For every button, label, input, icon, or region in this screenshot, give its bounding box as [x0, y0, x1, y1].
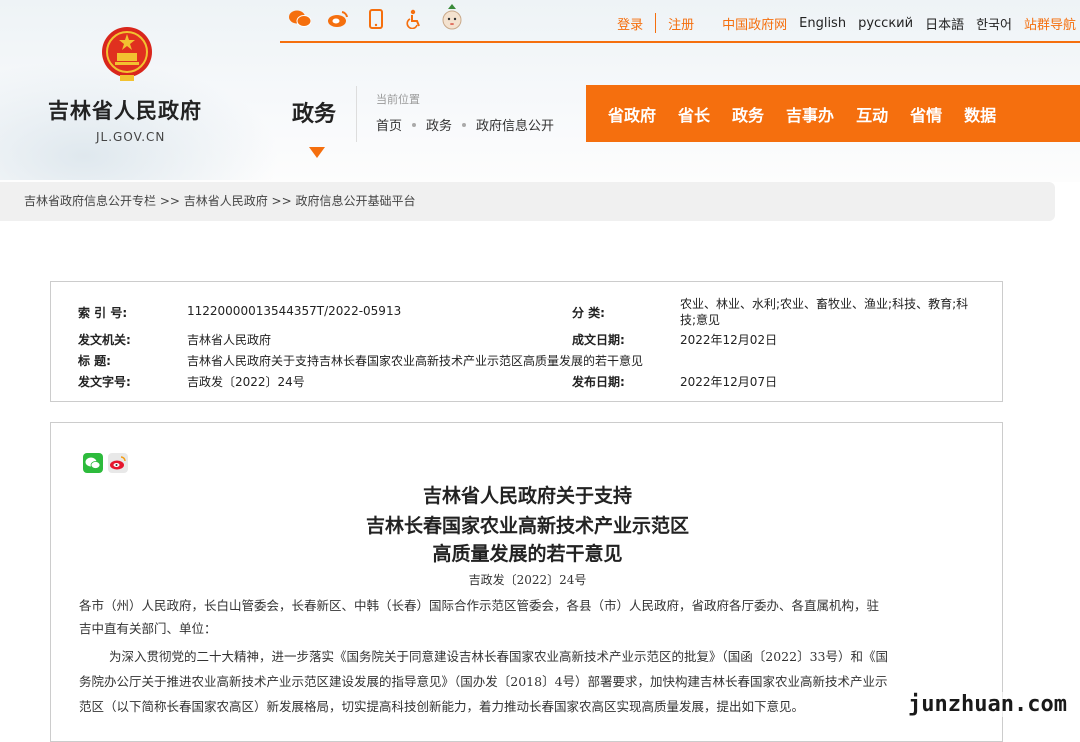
nav-item-governor[interactable]: 省长 — [678, 102, 710, 126]
dot-icon — [462, 122, 467, 127]
nav-item-province-info[interactable]: 省情 — [910, 102, 942, 126]
breadcrumb[interactable]: 吉林省政府信息公开专栏 >> 吉林省人民政府 >> 政府信息公开基础平台 — [0, 182, 1055, 221]
publish-label: 发布日期: — [572, 375, 625, 389]
paragraph-2-line-2: 务院办公厅关于推进农业高新技术产业示范区建设发展的指导意见》（国办发〔2018〕… — [79, 674, 888, 689]
section-title: 政务 — [292, 102, 337, 127]
location-politics[interactable]: 政务 — [426, 115, 452, 134]
russian-link[interactable]: русский — [858, 16, 913, 31]
index-label: 索 引 号: — [78, 306, 128, 320]
site-name[interactable]: 吉林省人民政府 — [48, 95, 202, 125]
accessibility-icon[interactable] — [403, 8, 425, 30]
register-link[interactable]: 注册 — [668, 14, 694, 33]
index-value: 11220000013544357T/2022-05913 — [187, 304, 402, 318]
document-title-line-3: 高质量发展的若干意见 — [432, 543, 623, 565]
nav-item-interaction[interactable]: 互动 — [856, 102, 888, 126]
mascot-icon[interactable] — [441, 4, 463, 30]
nav-item-politics[interactable]: 政务 — [732, 102, 764, 126]
paragraph-1-line-2: 吉中直有关部门、单位： — [79, 621, 217, 636]
section-indicator-icon — [309, 147, 325, 158]
divider — [655, 13, 657, 33]
nav-item-data[interactable]: 数据 — [964, 102, 996, 126]
wechat-icon[interactable] — [289, 8, 311, 30]
site-domain: JL.GOV.CN — [96, 130, 166, 144]
title-label: 标 题: — [78, 354, 111, 368]
document-body: 吉林省人民政府关于支持 吉林长春国家农业高新技术产业示范区 高质量发展的若干意见… — [50, 422, 1003, 742]
paragraph-2-line-1: 为深入贯彻党的二十大精神，进一步落实《国务院关于同意建设吉林长春国家农业高新技术… — [109, 649, 888, 664]
china-gov-link[interactable]: 中国政府网 — [722, 14, 787, 33]
top-icon-bar — [289, 4, 463, 30]
location-label: 当前位置 — [376, 93, 420, 106]
document-title-line-1: 吉林省人民政府关于支持 — [422, 485, 632, 507]
korean-link[interactable]: 한국어 — [976, 14, 1012, 33]
publish-value: 2022年12月07日 — [680, 375, 778, 389]
english-link[interactable]: English — [799, 16, 846, 31]
national-emblem-icon — [102, 27, 152, 81]
location-info-public[interactable]: 政府信息公开 — [476, 115, 554, 134]
login-link[interactable]: 登录 — [617, 14, 643, 33]
location-home[interactable]: 首页 — [376, 115, 402, 134]
issuer-value: 吉林省人民政府 — [187, 333, 272, 347]
info-table: 索 引 号: 11220000013544357T/2022-05913 分 类… — [50, 281, 1003, 402]
nav-item-province-gov[interactable]: 省政府 — [608, 102, 656, 126]
date-written-label: 成文日期: — [572, 333, 625, 347]
share-bar — [83, 453, 128, 473]
category-label: 分 类: — [572, 306, 605, 320]
location-breadcrumb: 首页 政务 政府信息公开 — [376, 115, 554, 134]
weibo-share-icon[interactable] — [108, 453, 128, 473]
mobile-icon[interactable] — [365, 8, 387, 30]
watermark: junzhuan.com — [906, 692, 1069, 717]
divider — [356, 86, 357, 142]
title-value: 吉林省人民政府关于支持吉林长春国家农业高新技术产业示范区高质量发展的若干意见 — [187, 354, 644, 368]
issuer-label: 发文机关: — [78, 333, 131, 347]
main-nav: 省政府 省长 政务 吉事办 互动 省情 数据 — [586, 85, 1080, 142]
weibo-icon[interactable] — [327, 8, 349, 30]
date-written-value: 2022年12月02日 — [680, 333, 778, 347]
japanese-link[interactable]: 日本語 — [925, 14, 964, 33]
doc-no-label: 发文字号: — [78, 375, 131, 389]
top-links: 登录 注册 中国政府网 English русский 日本語 한국어 站群导航 — [605, 13, 1076, 33]
paragraph-2-line-3: 范区（以下简称长春国家农高区）新发展格局，切实提高科技创新能力，着力推动长春国家… — [79, 699, 805, 714]
document-title-line-2: 吉林长春国家农业高新技术产业示范区 — [365, 515, 689, 537]
wechat-share-icon[interactable] — [83, 453, 103, 473]
paragraph-1-line-1: 各市（州）人民政府，长白山管委会，长春新区、中韩（长春）国际合作示范区管委会，各… — [79, 598, 880, 613]
top-orange-line — [280, 41, 1080, 43]
nav-item-jishiban[interactable]: 吉事办 — [786, 102, 834, 126]
document-number: 吉政发〔2022〕24号 — [468, 573, 587, 587]
site-nav-link[interactable]: 站群导航 — [1024, 14, 1076, 33]
doc-no-value: 吉政发〔2022〕24号 — [187, 375, 305, 389]
category-value: 农业、林业、水利;农业、畜牧业、渔业;科技、教育;科技;意见 — [680, 297, 969, 327]
dot-icon — [412, 122, 417, 127]
